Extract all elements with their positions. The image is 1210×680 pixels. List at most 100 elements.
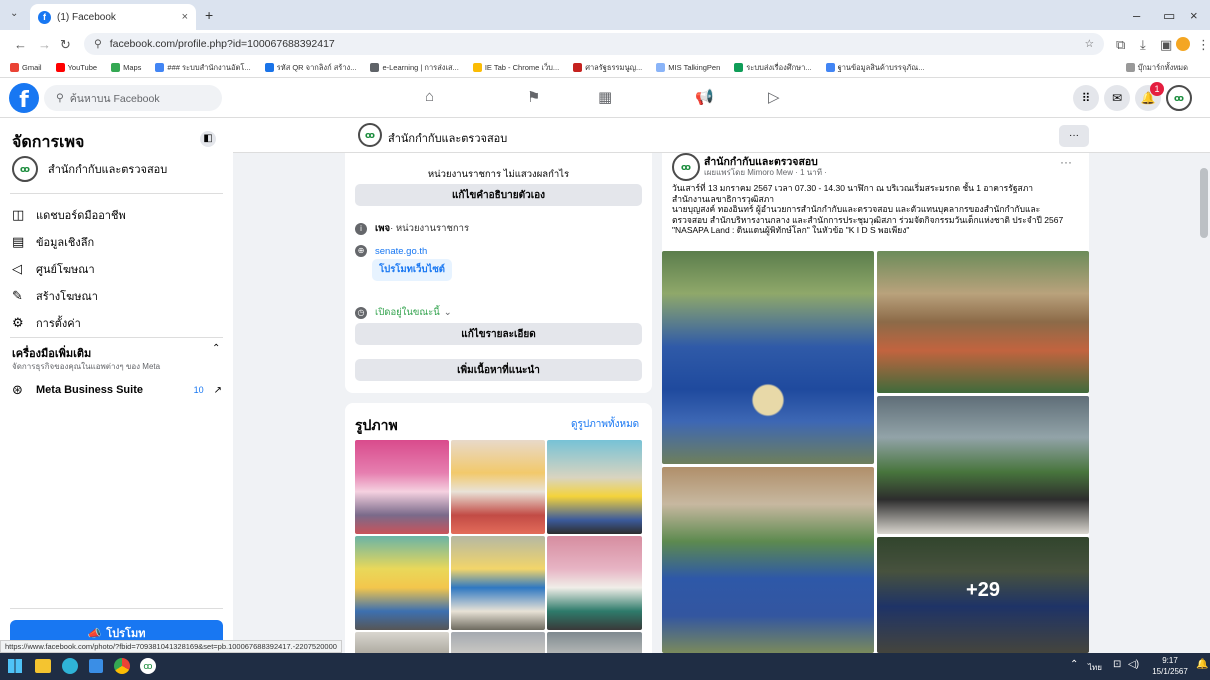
- bookmark-gmail[interactable]: Gmail: [10, 63, 42, 72]
- photo-thumbnail[interactable]: [547, 632, 642, 653]
- post-photo-more[interactable]: +29: [877, 537, 1089, 653]
- photo-thumbnail[interactable]: [451, 632, 545, 653]
- sidepanel-icon[interactable]: ▣: [1160, 37, 1172, 53]
- photo-thumbnail[interactable]: [451, 440, 545, 534]
- add-featured-button[interactable]: เพิ่มเนื้อหาที่แนะนำ: [355, 359, 642, 381]
- edge-icon[interactable]: [62, 658, 78, 674]
- forward-icon[interactable]: →: [38, 37, 51, 52]
- more-options-button[interactable]: ···: [1059, 125, 1089, 147]
- profile-avatar[interactable]: [1176, 37, 1190, 51]
- bookmark-item[interactable]: MIS TalkingPen: [656, 63, 720, 72]
- sidebar-item-insights[interactable]: ▤ ข้อมูลเชิงลึก: [12, 233, 94, 251]
- menu-grid-icon[interactable]: ⠿: [1073, 85, 1099, 111]
- info-row-hours: ◷ เปิดอยู่ในขณะนี้ ⌄: [355, 305, 452, 320]
- browser-menu-icon[interactable]: ⋮: [1197, 37, 1210, 53]
- photo-thumbnail[interactable]: [451, 536, 545, 630]
- post-photo[interactable]: [877, 251, 1089, 393]
- promote-website-button[interactable]: โปรโมทเว็บไซต์: [372, 259, 452, 281]
- edit-bio-button[interactable]: แก้ไขคำอธิบายตัวเอง: [355, 184, 642, 206]
- bookmark-item[interactable]: e-Learning | การส่งเส...: [370, 62, 459, 74]
- sidebar-item-create-ad[interactable]: ✎ สร้างโฆษณา: [12, 287, 98, 305]
- windows-start-icon[interactable]: [8, 659, 22, 673]
- download-icon[interactable]: ⤓: [1140, 37, 1146, 53]
- photo-thumbnail[interactable]: [547, 440, 642, 534]
- sidebar-item-settings[interactable]: ⚙ การตั้งค่า: [12, 314, 81, 332]
- tab-list-icon[interactable]: ⌄: [10, 8, 18, 19]
- open-now-status[interactable]: เปิดอยู่ในขณะนี้: [375, 305, 440, 320]
- messenger-icon[interactable]: ✉: [1104, 85, 1130, 111]
- bookmark-item[interactable]: IE Tab - Chrome เว็บ...: [472, 62, 559, 74]
- url-field[interactable]: ⚲ facebook.com/profile.php?id=1000676883…: [84, 33, 1104, 55]
- new-tab-button[interactable]: +: [205, 7, 213, 23]
- see-all-photos-link[interactable]: ดูรูปภาพทั้งหมด: [571, 417, 639, 432]
- browser-tab[interactable]: f (1) Facebook ×: [30, 4, 196, 30]
- facebook-header: f ⚲ ค้นหาบน Facebook ⌂ ⚑ ▦ 📢 ▷ ⠿ ✉ 🔔 1 ꝏ: [0, 78, 1210, 118]
- collapse-sidebar-icon[interactable]: ◧: [200, 131, 216, 147]
- photo-thumbnail[interactable]: [547, 536, 642, 630]
- post-photo-large[interactable]: [662, 251, 874, 464]
- video-icon[interactable]: ▷: [768, 88, 780, 106]
- post-options-icon[interactable]: ···: [1060, 155, 1072, 169]
- store-icon[interactable]: [89, 659, 103, 673]
- facebook-logo[interactable]: f: [9, 83, 39, 113]
- photo-thumbnail[interactable]: [355, 632, 449, 653]
- reload-icon[interactable]: ↻: [60, 37, 71, 53]
- clock-date[interactable]: 15/1/2567: [1148, 667, 1192, 676]
- divider: [10, 193, 223, 194]
- tray-chevron-icon[interactable]: ⌃: [1070, 659, 1078, 670]
- minimize-icon[interactable]: –: [1133, 8, 1140, 23]
- bookmark-item[interactable]: ฐานข้อมูลสินค้าบรรจุภัณ...: [825, 62, 925, 74]
- all-bookmarks[interactable]: บุ๊กมาร์กทั้งหมด: [1125, 62, 1188, 74]
- sidebar-page-name: สำนักกำกับและตรวจสอบ: [48, 164, 168, 176]
- search-input[interactable]: ⚲ ค้นหาบน Facebook: [44, 85, 222, 111]
- bookmark-maps[interactable]: Maps: [111, 63, 141, 72]
- sidebar-page-switcher[interactable]: ꝏ สำนักกำกับและตรวจสอบ: [12, 156, 167, 182]
- extensions-icon[interactable]: ⧉: [1116, 37, 1125, 53]
- home-icon[interactable]: ⌂: [425, 88, 434, 105]
- page-scrollbar[interactable]: [1200, 168, 1208, 238]
- input-language[interactable]: ไทย: [1088, 661, 1102, 674]
- post-photo-large[interactable]: [662, 467, 874, 653]
- post-photo[interactable]: [877, 396, 1089, 534]
- close-tab-icon[interactable]: ×: [182, 11, 188, 23]
- bookmark-item[interactable]: ### ระบบสำนักงานอัตโ...: [155, 62, 251, 74]
- insights-icon[interactable]: ▦: [598, 88, 612, 106]
- meta-business-suite-link[interactable]: ⊛ Meta Business Suite 10 ↗: [12, 382, 222, 398]
- search-icon: ⚲: [56, 92, 64, 104]
- network-icon[interactable]: ⊡: [1113, 659, 1121, 670]
- tab-title: (1) Facebook: [57, 11, 116, 23]
- notification-center-icon[interactable]: 🔔: [1196, 659, 1208, 670]
- flag-icon[interactable]: ⚑: [527, 88, 540, 106]
- globe-icon: ⊕: [355, 245, 367, 257]
- page-avatar[interactable]: ꝏ: [358, 123, 382, 147]
- photo-thumbnail[interactable]: [355, 440, 449, 534]
- post-author-avatar[interactable]: ꝏ: [672, 153, 700, 181]
- windows-taskbar: ꝏ ⌃ ไทย ⊡ ◁) 9:17 15/1/2567 🔔: [0, 653, 1210, 680]
- browser-tab-bar: ⌄ f (1) Facebook × + – ▭ ×: [0, 0, 1210, 30]
- chevron-down-icon[interactable]: ⌄: [444, 307, 452, 318]
- site-info-icon[interactable]: ⚲: [94, 38, 102, 50]
- restore-icon[interactable]: ▭: [1163, 8, 1175, 24]
- bookmark-youtube[interactable]: YouTube: [55, 63, 97, 72]
- bookmark-item[interactable]: ศาลรัฐธรรมนูญ...: [573, 62, 642, 74]
- bookmark-item[interactable]: รหัส QR จากลิงก์ สร้าง...: [264, 62, 356, 74]
- chrome-icon[interactable]: [114, 658, 130, 674]
- sidebar-item-dashboard[interactable]: ◫ แดชบอร์ดมืออาชีพ: [12, 206, 126, 224]
- edit-details-button[interactable]: แก้ไขรายละเอียด: [355, 323, 642, 345]
- app-icon[interactable]: ꝏ: [140, 658, 156, 674]
- bookmark-item[interactable]: ระบบส่งเรื่องศึกษา...: [734, 62, 812, 74]
- sidebar-item-ad-center[interactable]: ◁ ศูนย์โฆษณา: [12, 260, 95, 278]
- volume-icon[interactable]: ◁): [1128, 659, 1139, 670]
- close-window-icon[interactable]: ×: [1190, 8, 1198, 23]
- account-avatar[interactable]: ꝏ: [1166, 85, 1192, 111]
- megaphone-icon[interactable]: 📢: [695, 88, 714, 106]
- photo-thumbnail[interactable]: [355, 536, 449, 630]
- clock-time[interactable]: 9:17: [1150, 656, 1190, 665]
- back-icon[interactable]: ←: [14, 37, 27, 52]
- website-link[interactable]: senate.go.th: [375, 246, 427, 257]
- chevron-up-icon[interactable]: ⌃: [212, 343, 220, 354]
- file-explorer-icon[interactable]: [35, 659, 51, 673]
- page-name[interactable]: สำนักกำกับและตรวจสอบ: [388, 129, 507, 147]
- intro-card: หน่วยงานราชการ ไม่แสวงผลกำไร แก้ไขคำอธิบ…: [345, 153, 652, 393]
- bookmark-star-icon[interactable]: ☆: [1085, 38, 1094, 50]
